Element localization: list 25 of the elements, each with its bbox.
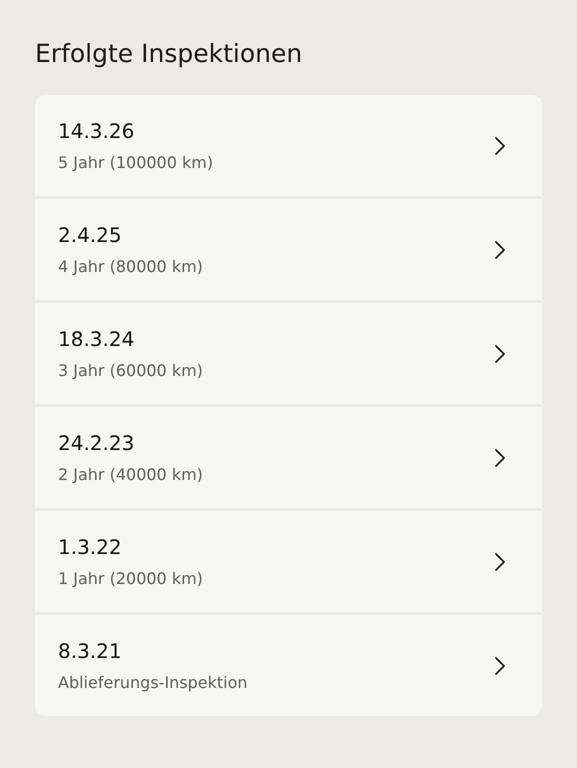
chevron-right-icon — [494, 552, 506, 572]
inspection-row[interactable]: 1.3.22 1 Jahr (20000 km) — [35, 511, 542, 612]
chevron-right-icon — [494, 448, 506, 468]
chevron-right-icon — [494, 656, 506, 676]
inspection-row[interactable]: 18.3.24 3 Jahr (60000 km) — [35, 303, 542, 404]
inspection-date: 24.2.23 — [58, 431, 136, 455]
inspection-date: 1.3.22 — [58, 535, 123, 559]
inspection-description: 4 Jahr (80000 km) — [58, 257, 204, 276]
inspection-description: 3 Jahr (60000 km) — [58, 361, 204, 380]
section-title: Erfolgte Inspektionen — [35, 38, 304, 70]
inspection-date: 2.4.25 — [58, 223, 123, 247]
inspection-description: 1 Jahr (20000 km) — [58, 569, 204, 588]
inspection-row[interactable]: 14.3.26 5 Jahr (100000 km) — [35, 95, 542, 196]
inspection-row[interactable]: 8.3.21 Ablieferungs-Inspektion — [35, 615, 542, 716]
chevron-right-icon — [494, 240, 506, 260]
chevron-right-icon — [494, 136, 506, 156]
inspection-description: Ablieferungs-Inspektion — [58, 673, 249, 692]
inspection-row[interactable]: 24.2.23 2 Jahr (40000 km) — [35, 407, 542, 508]
inspection-date: 18.3.24 — [58, 327, 136, 351]
inspection-date: 14.3.26 — [58, 119, 136, 143]
inspection-description: 5 Jahr (100000 km) — [58, 153, 214, 172]
inspection-description: 2 Jahr (40000 km) — [58, 465, 204, 484]
chevron-right-icon — [494, 344, 506, 364]
inspection-date: 8.3.21 — [58, 639, 123, 663]
inspection-row[interactable]: 2.4.25 4 Jahr (80000 km) — [35, 199, 542, 300]
